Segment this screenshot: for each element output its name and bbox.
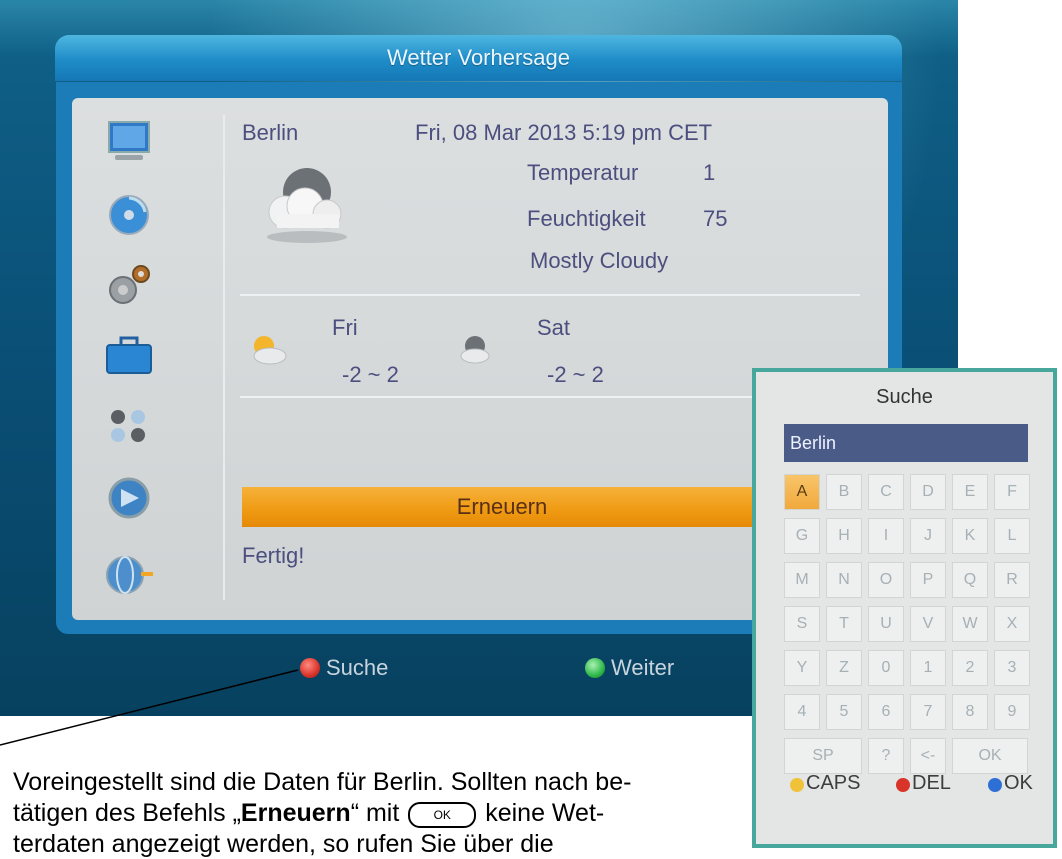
forecast-day-1: Fri <box>332 315 358 340</box>
key-9[interactable]: 9 <box>994 694 1030 730</box>
key-j[interactable]: J <box>910 518 946 554</box>
ok-label: OK <box>1004 772 1033 794</box>
forecast-range-2: -2 ~ 2 <box>547 362 604 387</box>
key-question[interactable]: ? <box>868 738 904 774</box>
settings-gears-icon[interactable] <box>103 262 155 308</box>
key-w[interactable]: W <box>952 606 988 642</box>
key-1[interactable]: 1 <box>910 650 946 686</box>
caps-key[interactable]: CAPS <box>790 772 860 795</box>
monitor-icon[interactable] <box>103 118 155 164</box>
red-button-icon <box>896 778 910 792</box>
humidity-value: 75 <box>703 206 728 231</box>
blue-button-icon <box>988 778 1002 792</box>
disc-icon[interactable] <box>103 192 155 238</box>
refresh-button[interactable]: Erneuern <box>242 487 762 527</box>
key-v[interactable]: V <box>910 606 946 642</box>
key-t[interactable]: T <box>826 606 862 642</box>
key-5[interactable]: 5 <box>826 694 862 730</box>
key-6[interactable]: 6 <box>868 694 904 730</box>
cloudy-icon <box>460 336 490 364</box>
apps-dots-icon[interactable] <box>103 403 155 449</box>
sidebar-divider <box>223 115 225 600</box>
key-2[interactable]: 2 <box>952 650 988 686</box>
media-icon[interactable] <box>103 475 155 521</box>
key-f[interactable]: F <box>994 474 1030 510</box>
key-8[interactable]: 8 <box>952 694 988 730</box>
key-o[interactable]: O <box>868 562 904 598</box>
key-ok[interactable]: OK <box>952 738 1028 774</box>
key-3[interactable]: 3 <box>994 650 1030 686</box>
key-z[interactable]: Z <box>826 650 862 686</box>
delete-key[interactable]: DEL <box>896 772 951 795</box>
search-input[interactable]: Berlin <box>784 424 1028 462</box>
key-x[interactable]: X <box>994 606 1030 642</box>
search-dialog-title: Suche <box>876 386 933 408</box>
key-i[interactable]: I <box>868 518 904 554</box>
key-q[interactable]: Q <box>952 562 988 598</box>
key-h[interactable]: H <box>826 518 862 554</box>
partly-sunny-icon <box>253 336 287 365</box>
caps-label: CAPS <box>806 772 861 794</box>
forecast-day-2: Sat <box>537 315 571 340</box>
mostly-cloudy-icon <box>267 168 347 243</box>
key-p[interactable]: P <box>910 562 946 598</box>
key-m[interactable]: M <box>784 562 820 598</box>
delete-label: DEL <box>912 772 951 794</box>
city-name: Berlin <box>242 120 299 145</box>
key-0[interactable]: 0 <box>868 650 904 686</box>
key-k[interactable]: K <box>952 518 988 554</box>
forecast-range-1: -2 ~ 2 <box>342 362 399 387</box>
caption-line-2: tätigen des Befehls „Erneuern“ mit OK ke… <box>13 799 604 828</box>
temperature-label: Temperatur <box>527 160 639 185</box>
caption-bold: Erneuern <box>240 799 351 827</box>
ok-key-icon: OK <box>408 802 477 828</box>
key-u[interactable]: U <box>868 606 904 642</box>
key-e[interactable]: E <box>952 474 988 510</box>
key-a[interactable]: A <box>784 474 820 510</box>
status-text: Fertig! <box>242 543 305 568</box>
next-key-label: Weiter <box>611 655 675 680</box>
divider <box>240 294 860 296</box>
green-button-icon <box>585 658 605 678</box>
key-n[interactable]: N <box>826 562 862 598</box>
ok-key[interactable]: OK <box>988 772 1033 795</box>
caption-line-3: terdaten angezeigt werden, so rufen Sie … <box>13 830 554 858</box>
key-7[interactable]: 7 <box>910 694 946 730</box>
key-backspace[interactable]: <- <box>910 738 946 774</box>
next-key[interactable]: Weiter <box>585 655 674 681</box>
caption-text: keine Wet- <box>485 799 605 827</box>
key-y[interactable]: Y <box>784 650 820 686</box>
key-r[interactable]: R <box>994 562 1030 598</box>
search-dialog: Suche Berlin ABCDEF GHIJKL MNOPQR STUVWX YZ0… <box>752 368 1057 848</box>
yellow-button-icon <box>790 778 804 792</box>
caption-line-1: Voreingestellt sind die Daten für Berlin… <box>13 768 632 796</box>
condition-text: Mostly Cloudy <box>530 248 669 273</box>
search-key-label: Suche <box>326 655 389 680</box>
humidity-label: Feuchtigkeit <box>527 206 646 231</box>
key-l[interactable]: L <box>994 518 1030 554</box>
key-space[interactable]: SP <box>784 738 862 774</box>
key-g[interactable]: G <box>784 518 820 554</box>
caption-text: tätigen des Befehls „ <box>13 799 241 827</box>
globe-icon[interactable] <box>103 552 155 598</box>
date-time: Fri, 08 Mar 2013 5:19 pm CET <box>415 120 713 145</box>
temperature-value: 1 <box>703 160 716 185</box>
key-b[interactable]: B <box>826 474 862 510</box>
screen-title: Wetter Vorhersage <box>55 35 902 81</box>
caption-text: “ mit <box>350 799 400 827</box>
key-4[interactable]: 4 <box>784 694 820 730</box>
key-c[interactable]: C <box>868 474 904 510</box>
callout-line <box>0 669 299 746</box>
key-d[interactable]: D <box>910 474 946 510</box>
key-s[interactable]: S <box>784 606 820 642</box>
toolbox-icon[interactable] <box>103 332 155 378</box>
